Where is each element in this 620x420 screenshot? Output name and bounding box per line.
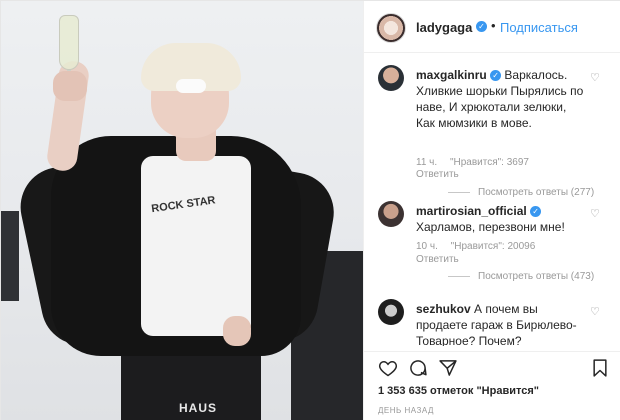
comment-body: sezhukov А почем вы продаете гараж в Бир…: [416, 301, 588, 346]
view-replies-button[interactable]: Посмотреть ответы (277): [448, 187, 594, 198]
photo-champagne-glass: [59, 15, 79, 70]
instagram-post: ROCK STAR HAUS ladygaga ✓ • Подписаться …: [0, 0, 620, 420]
post-date[interactable]: ДЕНЬ НАЗАД: [378, 406, 434, 415]
comment-icon[interactable]: [408, 358, 428, 378]
likes-count[interactable]: 1 353 635 отметок "Нравится": [378, 385, 539, 397]
bookmark-icon[interactable]: [590, 358, 610, 378]
comment-likes[interactable]: "Нравится": 20096: [451, 241, 536, 252]
author-avatar[interactable]: [376, 13, 406, 43]
verified-badge-icon: ✓: [476, 21, 487, 32]
photo-eye-patch: [176, 79, 206, 93]
commenter-avatar[interactable]: [378, 299, 404, 325]
verified-badge-icon: ✓: [490, 70, 502, 82]
author-username[interactable]: ladygaga: [416, 20, 472, 35]
photo-tshirt: [141, 156, 251, 336]
commenter-username[interactable]: sezhukov: [416, 302, 471, 316]
post-side-panel: ladygaga ✓ • Подписаться maxgalkinru ✓ В…: [363, 1, 620, 420]
heart-icon[interactable]: [378, 358, 398, 378]
header-separator: •: [491, 18, 496, 33]
comments-list[interactable]: maxgalkinru ✓ Варкалось. Хливкие шорьки …: [364, 53, 620, 346]
photo-hip-hand: [223, 316, 251, 346]
photo-background-panel: [1, 211, 19, 301]
commenter-username[interactable]: martirosian_official: [416, 204, 527, 218]
comment-meta: 10 ч. "Нравится": 20096: [416, 241, 545, 252]
comment-body: maxgalkinru ✓ Варкалось. Хливкие шорьки …: [416, 67, 588, 131]
post-actions-bar: [364, 351, 620, 379]
comment-text: Харламов, перезвони мне!: [416, 220, 565, 234]
post-header: ladygaga ✓ • Подписаться: [364, 1, 620, 53]
comment-body: martirosian_official ✓ Харламов, перезво…: [416, 203, 588, 235]
comment-time[interactable]: 10 ч.: [416, 241, 438, 252]
reply-button[interactable]: Ответить: [416, 254, 459, 265]
photo-belt-print: HAUS: [179, 401, 218, 415]
share-icon[interactable]: [438, 358, 458, 378]
small-heart-icon[interactable]: ♡: [590, 305, 600, 318]
photo-hand: [53, 71, 87, 101]
reply-button[interactable]: Ответить: [416, 169, 459, 180]
comment-time[interactable]: 11 ч.: [416, 157, 437, 168]
verified-badge-icon: ✓: [530, 206, 542, 218]
comment-meta: 11 ч. "Нравится": 3697: [416, 157, 539, 168]
commenter-username[interactable]: maxgalkinru: [416, 68, 487, 82]
follow-button[interactable]: Подписаться: [500, 20, 578, 35]
commenter-avatar[interactable]: [378, 201, 404, 227]
commenter-avatar[interactable]: [378, 65, 404, 91]
view-replies-button[interactable]: Посмотреть ответы (473): [448, 271, 594, 282]
comment-likes[interactable]: "Нравится": 3697: [450, 157, 529, 168]
post-photo[interactable]: ROCK STAR HAUS: [1, 1, 363, 420]
small-heart-icon[interactable]: ♡: [590, 207, 600, 220]
small-heart-icon[interactable]: ♡: [590, 71, 600, 84]
